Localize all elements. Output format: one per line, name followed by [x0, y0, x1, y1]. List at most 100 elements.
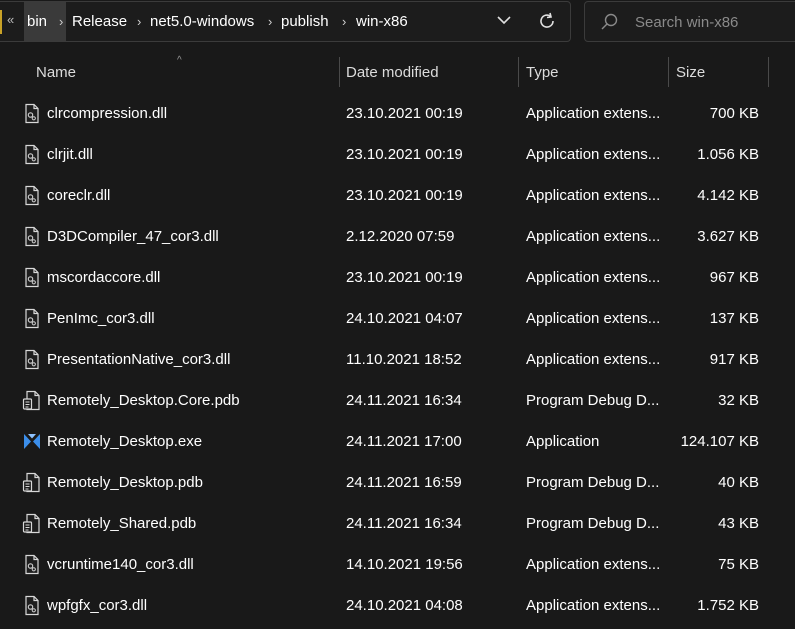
file-name: coreclr.dll	[47, 187, 111, 204]
file-size: 1.056 KB	[697, 146, 759, 163]
file-date-modified: 24.11.2021 16:34	[346, 515, 462, 532]
breadcrumb-item-net50-windows[interactable]: net5.0-windows	[150, 2, 254, 41]
breadcrumb-item-win-x86[interactable]: win-x86	[356, 2, 408, 41]
dll-file-icon	[25, 226, 39, 247]
folder-edge-icon	[0, 10, 2, 34]
dll-file-icon	[25, 144, 39, 165]
file-date-modified: 23.10.2021 00:19	[346, 105, 463, 122]
file-type: Program Debug D...	[526, 474, 660, 491]
column-divider[interactable]	[768, 57, 769, 87]
sort-ascending-icon: ^	[177, 55, 182, 66]
file-type: Application extens...	[526, 105, 661, 122]
file-type: Program Debug D...	[526, 515, 660, 532]
breadcrumb-item-release[interactable]: Release	[72, 2, 127, 41]
breadcrumb-label: bin	[27, 13, 48, 30]
file-name: wpfgfx_cor3.dll	[47, 597, 148, 614]
search-icon	[601, 13, 618, 30]
file-row[interactable]: mscordaccore.dll 23.10.2021 00:19 Applicat…	[0, 257, 795, 298]
file-type: Application extens...	[526, 187, 661, 204]
file-row[interactable]: PenImc_cor3.dll 24.10.2021 04:07 Applicati…	[0, 298, 795, 339]
breadcrumb-label: win-x86	[356, 13, 408, 30]
file-type: Application extens...	[526, 269, 661, 286]
file-name: D3DCompiler_47_cor3.dll	[47, 228, 219, 245]
file-type: Application extens...	[526, 556, 661, 573]
file-date-modified: 24.10.2021 04:07	[346, 310, 463, 327]
breadcrumb-label: Release	[72, 13, 128, 30]
file-row[interactable]: vcruntime140_cor3.dll 14.10.2021 19:56 App…	[0, 544, 795, 585]
file-size: 1.752 KB	[697, 597, 759, 614]
chevron-right-icon[interactable]: ›	[268, 14, 272, 29]
file-date-modified: 14.10.2021 19:56	[346, 556, 463, 573]
file-size: 3.627 KB	[697, 228, 759, 245]
file-type: Application extens...	[526, 228, 661, 245]
file-type: Application extens...	[526, 310, 661, 327]
column-divider[interactable]	[668, 57, 669, 87]
file-row[interactable]: clrcompression.dll 23.10.2021 00:19 Applic…	[0, 93, 795, 134]
column-divider[interactable]	[518, 57, 519, 87]
file-name: Remotely_Desktop.exe	[47, 433, 203, 450]
dll-file-icon	[25, 349, 39, 370]
file-size: 32 KB	[718, 392, 759, 409]
file-date-modified: 24.11.2021 16:59	[346, 474, 462, 491]
column-header-type[interactable]: Type	[526, 55, 559, 89]
breadcrumb-overflow-button[interactable]: «	[7, 12, 14, 27]
file-row[interactable]: Remotely_Desktop.pdb 24.11.2021 16:59 Prog…	[0, 462, 795, 503]
pdb-file-icon	[22, 472, 40, 493]
file-size: 4.142 KB	[697, 187, 759, 204]
file-type: Application extens...	[526, 351, 661, 368]
file-date-modified: 23.10.2021 00:19	[346, 269, 463, 286]
file-name: Remotely_Shared.pdb	[47, 515, 197, 532]
file-row[interactable]: wpfgfx_cor3.dll 24.10.2021 04:08 Applicati…	[0, 585, 795, 626]
breadcrumb-label: publish	[281, 13, 329, 30]
search-box[interactable]: Search win-x86	[584, 1, 795, 42]
file-row[interactable]: Remotely_Desktop.exe 24.11.2021 17:00 Appl…	[0, 421, 795, 462]
breadcrumb-label: net5.0-windows	[150, 13, 255, 30]
file-row[interactable]: Remotely_Desktop.Core.pdb 24.11.2021 16:3…	[0, 380, 795, 421]
dll-file-icon	[25, 185, 39, 206]
file-row[interactable]: Remotely_Shared.pdb 24.11.2021 16:34 Progr…	[0, 503, 795, 544]
dll-file-icon	[25, 595, 39, 616]
chevron-right-icon[interactable]: ›	[137, 14, 141, 29]
file-size: 124.107 KB	[680, 433, 759, 450]
file-name: vcruntime140_cor3.dll	[47, 556, 194, 573]
dll-file-icon	[25, 308, 39, 329]
remotely-app-icon	[24, 434, 40, 449]
file-date-modified: 23.10.2021 00:19	[346, 187, 463, 204]
column-header-size[interactable]: Size	[676, 55, 705, 89]
column-header-name[interactable]: Name	[36, 55, 76, 89]
file-date-modified: 24.11.2021 17:00	[346, 433, 462, 450]
file-type: Application extens...	[526, 146, 661, 163]
file-size: 700 KB	[709, 105, 759, 122]
file-row[interactable]: D3DCompiler_47_cor3.dll 2.12.2020 07:59 Ap…	[0, 216, 795, 257]
file-size: 917 KB	[709, 351, 759, 368]
file-date-modified: 2.12.2020 07:59	[346, 228, 455, 245]
file-row[interactable]: coreclr.dll 23.10.2021 00:19 Application e…	[0, 175, 795, 216]
file-size: 43 KB	[718, 515, 759, 532]
address-bar[interactable]: « bin › Release › net5.0-windows › publi…	[0, 1, 571, 42]
file-row[interactable]: PresentationNative_cor3.dll 11.10.2021 18…	[0, 339, 795, 380]
chevron-right-icon[interactable]: ›	[342, 14, 346, 29]
search-input[interactable]: Search win-x86	[635, 14, 738, 31]
file-date-modified: 11.10.2021 18:52	[346, 351, 462, 368]
refresh-icon[interactable]	[537, 11, 557, 31]
chevron-right-icon[interactable]: ›	[59, 14, 63, 29]
breadcrumb-item-publish[interactable]: publish	[281, 2, 329, 41]
file-date-modified: 24.10.2021 04:08	[346, 597, 463, 614]
file-type: Application	[526, 433, 600, 450]
column-header: ^ Name Date modified Type Size	[0, 55, 795, 89]
dll-file-icon	[25, 554, 39, 575]
pdb-file-icon	[22, 513, 40, 534]
chevron-down-icon[interactable]	[496, 12, 512, 28]
file-row[interactable]: clrjit.dll 23.10.2021 00:19 Application ex…	[0, 134, 795, 175]
column-divider[interactable]	[339, 57, 340, 87]
file-name: Remotely_Desktop.Core.pdb	[47, 392, 240, 409]
file-name: mscordaccore.dll	[47, 269, 161, 286]
file-date-modified: 24.11.2021 16:34	[346, 392, 462, 409]
dll-file-icon	[25, 267, 39, 288]
column-header-date[interactable]: Date modified	[346, 55, 439, 89]
file-size: 40 KB	[718, 474, 759, 491]
file-type: Application extens...	[526, 597, 661, 614]
file-size: 75 KB	[718, 556, 759, 573]
file-name: clrjit.dll	[47, 146, 93, 163]
file-name: Remotely_Desktop.pdb	[47, 474, 203, 491]
